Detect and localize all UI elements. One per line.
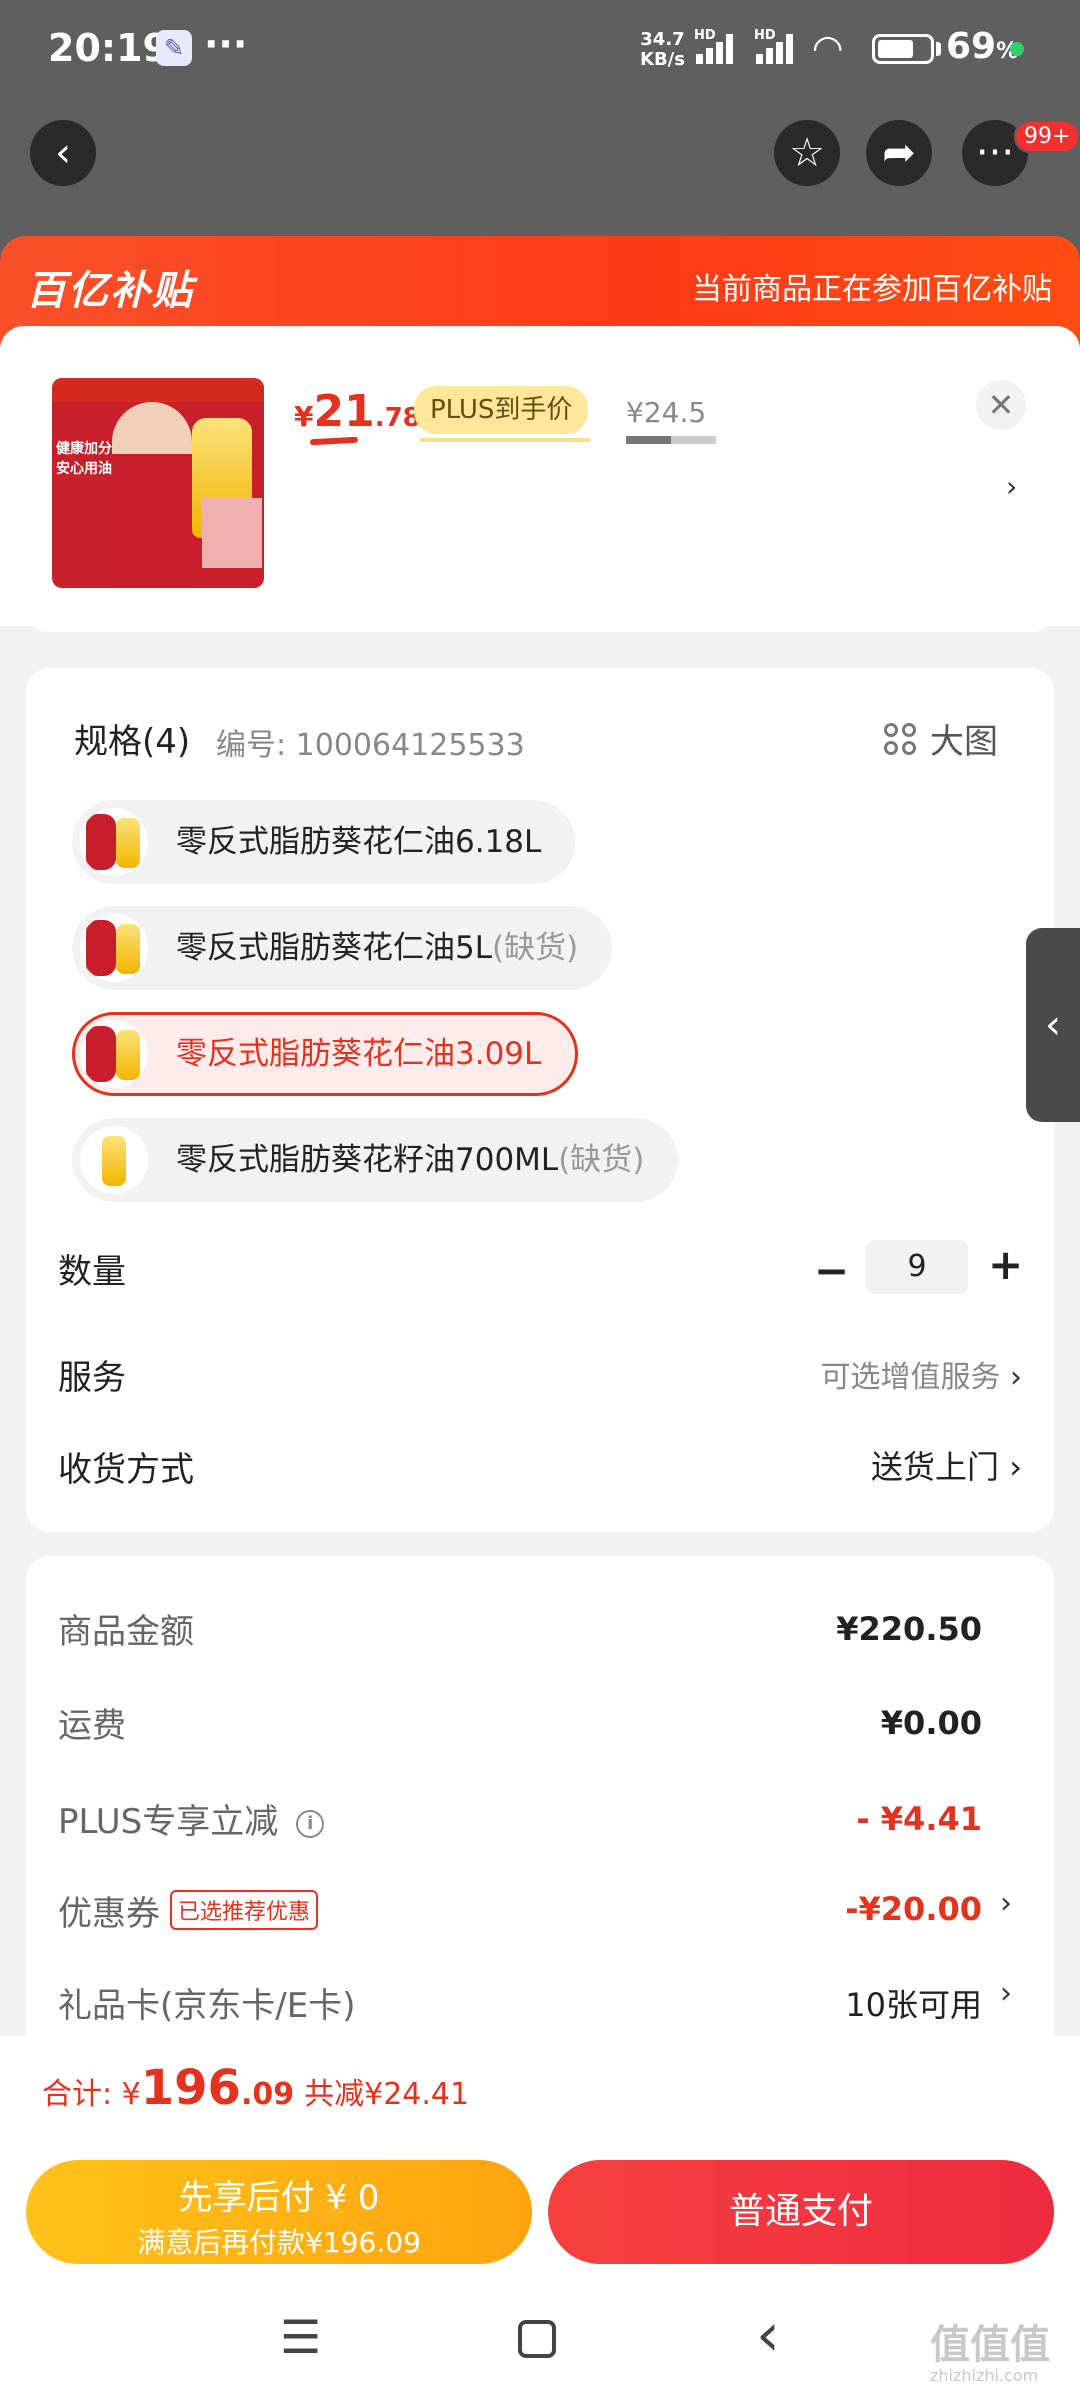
notification-dot [1010, 42, 1024, 56]
spec-card [26, 668, 1054, 1532]
more-dots-icon: ··· [204, 22, 248, 66]
wifi-icon: ◠ [812, 28, 844, 69]
pay-later-button[interactable]: 先享后付 ¥ 0 满意后再付款¥196.09 [26, 2160, 532, 2264]
close-button[interactable]: ✕ [976, 380, 1026, 430]
status-bar: 20:19 ✎ ··· 34.7 KB/s HD HD ◠ 69% [0, 0, 1080, 100]
goods-amount-value: ¥220.50 [836, 1610, 982, 1648]
spec-option-2[interactable]: 零反式脂肪葵花仁油5L(缺货) [72, 906, 613, 990]
spec-option-3[interactable]: 零反式脂肪葵花仁油3.09L [72, 1012, 579, 1096]
giftcard-label: 礼品卡(京东卡/E卡) [58, 1986, 356, 2026]
plus-discount-label: PLUS专享立减 i [58, 1794, 325, 1843]
chevron-right-icon[interactable]: › [1006, 470, 1017, 503]
product-price: ¥21.78 [294, 386, 421, 437]
shipping-value: ¥0.00 [880, 1704, 982, 1742]
close-icon: ✕ [987, 386, 1015, 424]
shipping-label: 运费 [58, 1706, 126, 1746]
signal-icon-2 [756, 34, 804, 64]
spec-title: 规格(4) [74, 722, 191, 762]
clock: 20:19 [48, 26, 169, 70]
giftcard-value[interactable]: 10张可用 [845, 1980, 982, 2026]
grid-icon [884, 723, 920, 759]
chevron-left-icon: ‹ [55, 130, 71, 176]
plus-price-tag: PLUS到手价 [414, 386, 589, 434]
total-saved: 共减¥24.41 [304, 2077, 470, 2112]
info-icon[interactable]: i [296, 1810, 325, 1838]
service-label: 服务 [58, 1358, 126, 1398]
order-total: 合计: ¥196.09 共减¥24.41 [42, 2060, 470, 2116]
subsidy-logo: 百亿补贴 [26, 268, 194, 314]
option-thumbnail [80, 1020, 148, 1088]
option-thumbnail [80, 808, 148, 876]
chevron-right-icon[interactable]: › [1000, 1976, 1012, 2011]
pay-now-button[interactable]: 普通支付 [548, 2160, 1054, 2264]
watermark-url: zhizhizhi.com [930, 2366, 1039, 2385]
product-code: 编号: 100064125533 [216, 728, 525, 763]
option-thumbnail [80, 1126, 148, 1194]
big-image-toggle[interactable]: 大图 [884, 714, 998, 763]
side-drawer-tab[interactable]: ‹ [1026, 928, 1080, 1122]
spec-option-1[interactable]: 零反式脂肪葵花仁油6.18L [72, 800, 576, 884]
favorite-button[interactable]: ☆ [774, 120, 840, 186]
chevron-left-icon: ‹ [1045, 1002, 1061, 1048]
plus-discount-value: - ¥4.41 [856, 1800, 982, 1838]
subsidy-note: 当前商品正在参加百亿补贴 [692, 272, 1052, 307]
more-dots-icon: ··· [975, 130, 1015, 176]
signal-icon [696, 34, 744, 64]
battery-percent: 69% [946, 26, 1019, 67]
quantity-increase-button[interactable]: + [988, 1240, 1023, 1289]
quantity-label: 数量 [58, 1252, 126, 1292]
message-badge: 99+ [1014, 120, 1080, 153]
wrench-icon: ✎ [156, 30, 192, 66]
goods-amount-label: 商品金额 [58, 1612, 194, 1652]
spec-option-4[interactable]: 零反式脂肪葵花籽油700ML(缺货) [72, 1118, 679, 1202]
service-selector[interactable]: 可选增值服务 › [820, 1352, 1022, 1396]
coupon-tag: 已选推荐优惠 [170, 1890, 319, 1930]
home-icon[interactable] [518, 2320, 556, 2358]
watermark: 值值值 [930, 2322, 1050, 2368]
chevron-right-icon: › [1010, 1360, 1022, 1395]
quantity-decrease-button[interactable]: − [814, 1246, 849, 1295]
menu-icon[interactable]: ☰ [280, 2310, 321, 2364]
delivery-label: 收货方式 [58, 1450, 194, 1490]
share-icon: ➦ [882, 130, 916, 176]
back-icon[interactable]: ‹ [756, 2300, 780, 2370]
back-button[interactable]: ‹ [30, 120, 96, 186]
share-button[interactable]: ➦ [866, 120, 932, 186]
star-icon: ☆ [789, 130, 825, 176]
coupon-label: 优惠券 已选推荐优惠 [58, 1886, 319, 1935]
option-thumbnail [80, 914, 148, 982]
chevron-right-icon: › [1009, 1448, 1022, 1486]
coupon-value[interactable]: -¥20.00 [845, 1890, 982, 1928]
delivery-selector[interactable]: 送货上门 › [871, 1442, 1022, 1488]
quantity-input[interactable]: 9 [866, 1240, 968, 1294]
battery-icon [872, 34, 934, 64]
chevron-right-icon[interactable]: › [1000, 1886, 1012, 1921]
original-price: ¥24.5 [626, 396, 707, 429]
net-speed: 34.7 KB/s [640, 29, 685, 70]
product-thumbnail[interactable]: 健康加分 安心用油 [52, 378, 264, 588]
